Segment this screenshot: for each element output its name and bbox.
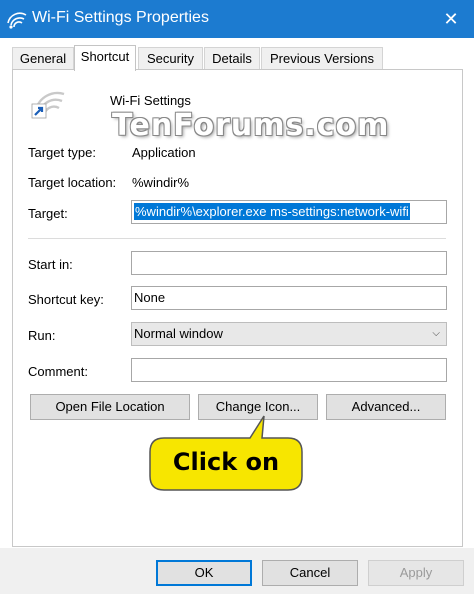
window-title: Wi-Fi Settings Properties xyxy=(32,9,209,26)
target-location-value: %windir% xyxy=(132,175,190,190)
section-divider xyxy=(28,238,446,239)
close-button[interactable]: ✕ xyxy=(428,0,474,38)
properties-window: Wi-Fi Settings Properties ✕ General Shor… xyxy=(0,0,474,594)
cancel-button[interactable]: Cancel xyxy=(262,560,358,586)
shortcut-name: Wi-Fi Settings xyxy=(110,93,191,108)
target-label: Target: xyxy=(28,206,68,221)
start-in-input[interactable] xyxy=(131,251,447,275)
wifi-shortcut-icon xyxy=(31,91,65,119)
shortcut-key-input[interactable]: None xyxy=(131,286,447,310)
close-icon: ✕ xyxy=(443,8,459,29)
run-select-value: Normal window xyxy=(134,326,223,341)
wifi-icon xyxy=(7,12,27,29)
tab-general[interactable]: General xyxy=(12,47,74,70)
comment-label: Comment: xyxy=(28,364,88,379)
title-bar[interactable]: Wi-Fi Settings Properties ✕ xyxy=(0,0,474,38)
shortcut-key-value: None xyxy=(134,290,166,305)
target-type-value: Application xyxy=(132,145,196,160)
apply-button[interactable]: Apply xyxy=(368,560,464,586)
callout-text: Click on xyxy=(172,448,280,476)
start-in-label: Start in: xyxy=(28,257,73,272)
chevron-down-icon: ⌵ xyxy=(432,328,440,339)
target-location-label: Target location: xyxy=(28,175,117,190)
tab-security[interactable]: Security xyxy=(138,47,203,70)
tenforums-watermark: TenForums.com xyxy=(112,108,390,143)
ok-button[interactable]: OK xyxy=(156,560,252,586)
target-input[interactable]: %windir%\explorer.exe ms-settings:networ… xyxy=(131,200,447,224)
shortcut-key-label: Shortcut key: xyxy=(28,292,104,307)
target-type-label: Target type: xyxy=(28,145,96,160)
target-input-value: %windir%\explorer.exe ms-settings:networ… xyxy=(134,203,410,220)
tab-previous-versions[interactable]: Previous Versions xyxy=(261,47,383,70)
advanced-button[interactable]: Advanced... xyxy=(326,394,446,420)
comment-input[interactable] xyxy=(131,358,447,382)
tab-details[interactable]: Details xyxy=(204,47,260,70)
run-select[interactable]: Normal window ⌵ xyxy=(131,322,447,346)
run-label: Run: xyxy=(28,328,56,343)
tab-shortcut[interactable]: Shortcut xyxy=(74,45,136,71)
